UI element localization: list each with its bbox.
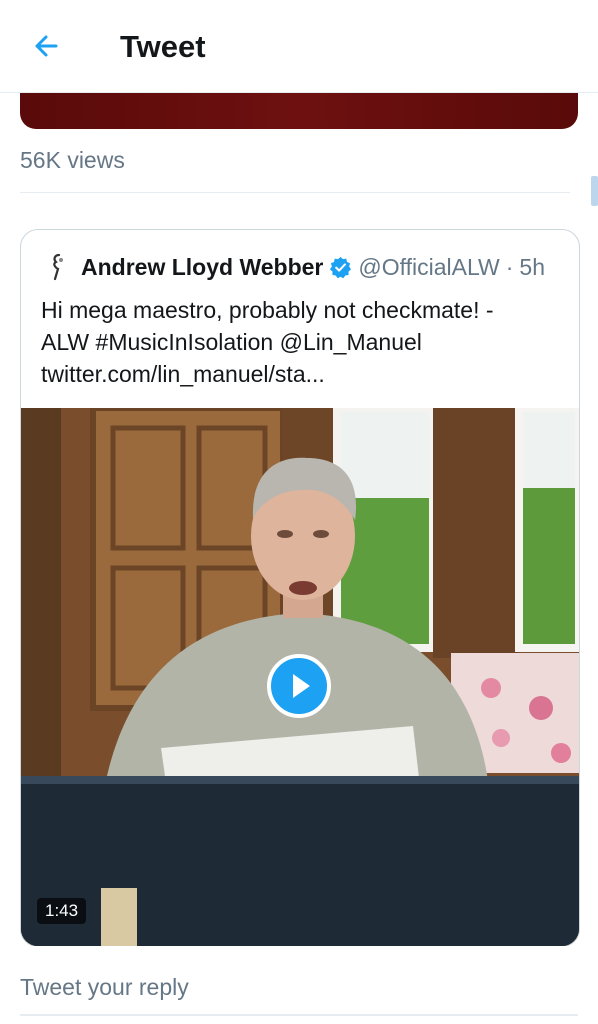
tweet-text-line[interactable]: ALW #MusicInIsolation @Lin_Manuel <box>41 326 561 358</box>
video-player[interactable]: 1:43 <box>21 408 579 946</box>
separator-dot: · <box>505 253 514 280</box>
top-app-bar: Tweet <box>0 0 598 93</box>
quoted-tweet-card[interactable]: Andrew Lloyd Webber @OfficialALW · 5h Hi… <box>20 229 580 947</box>
arrow-left-icon <box>35 35 58 57</box>
reply-input[interactable]: Tweet your reply <box>20 972 189 1002</box>
avatar[interactable] <box>47 253 69 281</box>
tweet-media-preview[interactable] <box>20 92 578 129</box>
author-handle[interactable]: @OfficialALW <box>358 254 499 281</box>
view-count: 56K views <box>20 147 125 173</box>
play-icon <box>293 674 310 698</box>
page-title: Tweet <box>120 29 206 64</box>
author-name[interactable]: Andrew Lloyd Webber <box>81 254 323 281</box>
scrollbar-thumb[interactable] <box>591 176 598 206</box>
quoted-tweet-header: Andrew Lloyd Webber @OfficialALW · 5h <box>47 252 545 282</box>
back-button[interactable] <box>30 28 66 64</box>
divider <box>20 192 570 193</box>
play-button[interactable] <box>267 654 331 718</box>
quoted-tweet-text: Hi mega maestro, probably not checkmate!… <box>41 294 561 390</box>
video-duration-badge: 1:43 <box>37 898 87 924</box>
verified-badge-icon <box>330 256 352 278</box>
reply-composer: Tweet your reply <box>0 946 598 1024</box>
tweet-text-line: Hi mega maestro, probably not checkmate!… <box>41 297 494 323</box>
tweet-link[interactable]: twitter.com/lin_manuel/sta... <box>41 358 561 390</box>
reply-underline <box>20 1014 578 1016</box>
timestamp: 5h <box>519 253 546 280</box>
